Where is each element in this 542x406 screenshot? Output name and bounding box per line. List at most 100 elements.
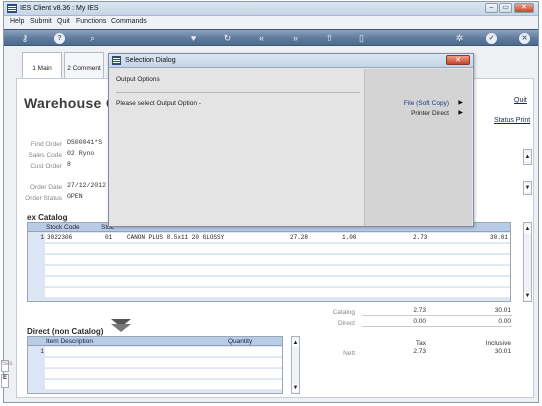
sales-code-field[interactable]: 02 Ryno bbox=[67, 150, 94, 157]
divider bbox=[116, 92, 360, 93]
settings-icon[interactable]: ✲ bbox=[454, 33, 465, 44]
direct-total-tax: 0.00 bbox=[413, 318, 426, 325]
app-logo-icon bbox=[7, 4, 17, 13]
catalog-total-tax: 2.73 bbox=[413, 307, 426, 314]
tab-main[interactable]: 1 Main bbox=[22, 52, 62, 78]
rewind-icon[interactable]: « bbox=[256, 33, 267, 44]
nett-tax: 2.73 bbox=[413, 348, 426, 355]
window-title: IES Client v8.36 : My IES bbox=[20, 5, 99, 12]
menu-bar: Help Submit Quit Functions Commands bbox=[4, 16, 538, 28]
table-row[interactable]: 1 bbox=[40, 347, 282, 357]
table-row[interactable] bbox=[45, 369, 282, 379]
key-icon[interactable]: ⚷ bbox=[16, 33, 34, 44]
tab-comment[interactable]: 2 Comment bbox=[64, 52, 104, 78]
cell-description: CANON PLUS 8.5x11 20 GLOSSY bbox=[127, 234, 225, 241]
catalog-scrollbar[interactable]: ▲ ▼ bbox=[523, 222, 532, 302]
direct-grid-header: Item Description Quantity bbox=[28, 337, 282, 346]
table-row[interactable] bbox=[45, 288, 510, 298]
catalog-grid: Stock Code Stoc 1 3022306 01 CANON PLUS … bbox=[27, 222, 511, 302]
dialog-prompt: Please select Output Option - bbox=[116, 100, 201, 107]
dialog-header: Output Options bbox=[116, 76, 160, 83]
side-tab-e[interactable]: E bbox=[1, 374, 9, 388]
title-bar: IES Client v8.36 : My IES – ▭ ✕ bbox=[4, 2, 538, 16]
menu-submit[interactable]: Submit bbox=[30, 18, 52, 25]
cell-inclusive: 30.01 bbox=[490, 234, 509, 241]
col-quantity[interactable]: Quantity bbox=[228, 338, 252, 345]
inclusive-header: Inclusive bbox=[485, 340, 511, 347]
nett-label: Nett bbox=[343, 350, 355, 357]
check-icon[interactable]: ✓ bbox=[486, 33, 497, 44]
dialog-options-pane: File (Soft Copy) ▶ Printer Direct ▶ bbox=[364, 69, 472, 226]
refresh-icon[interactable]: ↻ bbox=[222, 33, 233, 44]
dialog-close-button[interactable]: ✕ bbox=[446, 55, 470, 65]
catalog-total-inclusive: 30.01 bbox=[494, 307, 511, 314]
scroll-down-icon[interactable]: ▼ bbox=[524, 292, 531, 300]
menu-commands[interactable]: Commands bbox=[111, 18, 147, 25]
order-status-field: OPEN bbox=[67, 193, 83, 200]
submenu-arrow-icon: ▶ bbox=[458, 100, 463, 106]
scroll-up-icon[interactable]: ▲ bbox=[524, 225, 531, 233]
direct-section-title: Direct (non Catalog) bbox=[27, 327, 104, 336]
help-icon[interactable]: ? bbox=[54, 33, 65, 44]
option-printer-direct[interactable]: Printer Direct ▶ bbox=[365, 109, 473, 119]
direct-grid: Item Description Quantity 1 bbox=[27, 336, 283, 394]
dialog-title-bar: Selection Dialog ✕ bbox=[109, 54, 473, 68]
close-icon[interactable]: ✕ bbox=[519, 33, 530, 44]
option-file-soft-copy[interactable]: File (Soft Copy) ▶ bbox=[365, 99, 473, 109]
quit-link[interactable]: Quit bbox=[514, 97, 527, 104]
upload-icon[interactable]: ⇧ bbox=[324, 33, 335, 44]
order-scrollbar-up[interactable]: ▲ bbox=[523, 149, 532, 165]
table-row[interactable] bbox=[45, 255, 510, 265]
dialog-left-pane: Output Options Please select Output Opti… bbox=[110, 69, 364, 226]
col-item-description[interactable]: Item Description bbox=[46, 338, 93, 345]
window-close-button[interactable]: ✕ bbox=[514, 3, 534, 13]
expand-arrow-icon[interactable] bbox=[111, 319, 131, 333]
menu-quit[interactable]: Quit bbox=[57, 18, 70, 25]
order-scrollbar-down[interactable]: ▼ bbox=[523, 181, 532, 195]
submenu-arrow-icon: ▶ bbox=[458, 110, 463, 116]
menu-functions[interactable]: Functions bbox=[76, 18, 106, 25]
row-number: 1 bbox=[40, 234, 44, 241]
cust-order-field[interactable]: 8 bbox=[67, 161, 71, 168]
side-tab-ses[interactable]: Ses bbox=[1, 360, 12, 372]
dialog-logo-icon bbox=[112, 56, 121, 65]
heart-icon[interactable]: ♥ bbox=[188, 33, 199, 44]
document-icon[interactable]: ▯ bbox=[356, 33, 367, 44]
search-icon[interactable]: ⌕ bbox=[87, 33, 98, 44]
cell-stoc: 01 bbox=[105, 234, 113, 241]
sales-code-label: Sales Code bbox=[28, 152, 62, 159]
catalog-section-title: ex Catalog bbox=[27, 213, 68, 222]
fast-forward-icon[interactable]: » bbox=[290, 33, 301, 44]
dialog-title: Selection Dialog bbox=[125, 57, 176, 64]
tax-header: Tax bbox=[415, 340, 426, 347]
order-status-label: Order Status bbox=[25, 195, 62, 202]
direct-total-label: Direct bbox=[338, 320, 355, 327]
find-order-label: Find Order bbox=[30, 141, 62, 148]
col-stock-code[interactable]: Stock Code bbox=[46, 224, 80, 231]
cell-qty: 1.00 bbox=[342, 234, 357, 241]
table-row[interactable] bbox=[45, 244, 510, 254]
table-row[interactable] bbox=[45, 266, 510, 276]
table-row[interactable]: 1 3022306 01 CANON PLUS 8.5x11 20 GLOSSY… bbox=[40, 233, 510, 243]
cell-stock-code: 3022306 bbox=[47, 234, 73, 241]
maximize-button[interactable]: ▭ bbox=[499, 3, 512, 13]
direct-scrollbar[interactable]: ▲ ▼ bbox=[291, 336, 300, 394]
catalog-total-label: Catalog bbox=[332, 309, 355, 316]
toolbar: ⚷ ? ⌕ ♥ ↻ « » ⇧ ▯ ✲ ✓ ✕ bbox=[4, 29, 538, 46]
table-row[interactable] bbox=[45, 277, 510, 287]
cell-price: 27.28 bbox=[290, 234, 309, 241]
find-order-field[interactable]: DS00041*S bbox=[67, 139, 102, 146]
minimize-button[interactable]: – bbox=[485, 3, 498, 13]
order-date-field[interactable]: 27/12/2012 bbox=[67, 182, 106, 189]
cust-order-label: Cust Order bbox=[30, 163, 62, 170]
scroll-down-icon[interactable]: ▼ bbox=[292, 384, 299, 392]
scroll-up-icon[interactable]: ▲ bbox=[292, 339, 299, 347]
cell-total: 2.73 bbox=[413, 234, 428, 241]
direct-total-inclusive: 0.00 bbox=[498, 318, 511, 325]
menu-help[interactable]: Help bbox=[10, 18, 24, 25]
row-number: 1 bbox=[40, 348, 44, 355]
table-row[interactable] bbox=[45, 380, 282, 390]
table-row[interactable] bbox=[45, 358, 282, 368]
status-print-link[interactable]: Status Print bbox=[494, 117, 530, 124]
divider bbox=[362, 326, 512, 327]
